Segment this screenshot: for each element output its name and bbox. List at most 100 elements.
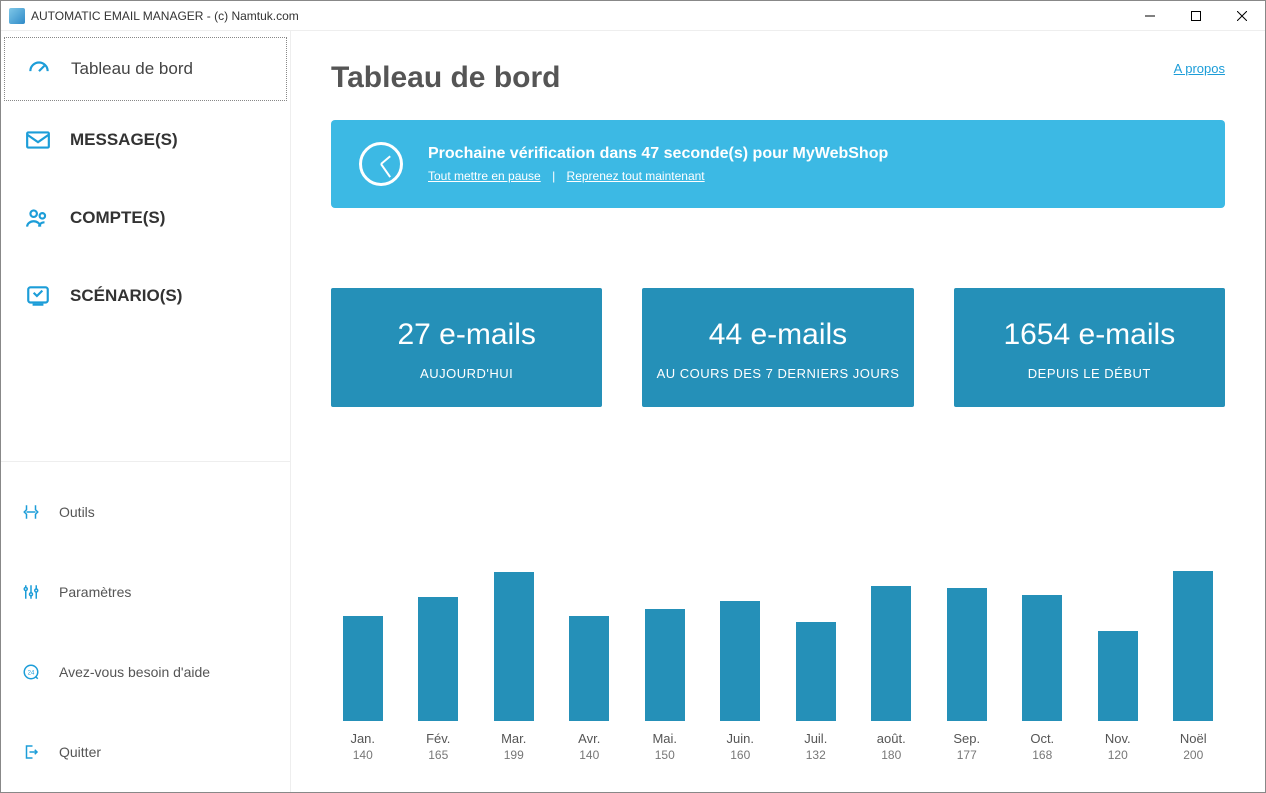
scenario-icon	[24, 282, 52, 310]
chart-bar	[645, 609, 685, 722]
chart-value-label: 150	[655, 748, 675, 762]
chart-category-label: Noël	[1180, 731, 1207, 746]
window-controls	[1127, 1, 1265, 31]
main-content: Tableau de bord A propos Prochaine vérif…	[291, 31, 1265, 792]
chart-bar	[418, 597, 458, 721]
sidebar-item-label: SCÉNARIO(S)	[70, 286, 182, 306]
chart-bar	[720, 601, 760, 721]
gauge-icon	[25, 55, 53, 83]
chart-bar	[494, 572, 534, 721]
chart-bar	[343, 616, 383, 721]
chart-category-label: Mar.	[501, 731, 526, 746]
sidebar-item-settings[interactable]: Paramètres	[1, 552, 290, 632]
sidebar-item-accounts[interactable]: COMPTE(S)	[1, 179, 290, 257]
chart-column: Mar. 199	[490, 571, 538, 762]
stat-value: 27 e-mails	[341, 318, 592, 352]
banner-message: Prochaine vérification dans 47 seconde(s…	[428, 145, 888, 163]
monthly-chart: Jan. 140 Fév. 165 Mar. 199 Avr. 140 Mai. 150 Juin.…	[331, 462, 1225, 762]
chart-column: Nov. 120	[1094, 571, 1142, 762]
chart-value-label: 132	[806, 748, 826, 762]
stat-card-total: 1654 e-mails DEPUIS LE DÉBUT	[954, 288, 1225, 407]
chart-value-label: 120	[1108, 748, 1128, 762]
chart-column: Avr. 140	[566, 571, 614, 762]
stat-label: AUJOURD'HUI	[341, 366, 592, 381]
sidebar-item-dashboard[interactable]: Tableau de bord	[4, 37, 287, 101]
resume-all-link[interactable]: Reprenez tout maintenant	[567, 169, 705, 183]
stats-row: 27 e-mails AUJOURD'HUI 44 e-mails AU COU…	[331, 288, 1225, 407]
chart-bar	[1022, 595, 1062, 721]
sidebar-item-messages[interactable]: MESSAGE(S)	[1, 101, 290, 179]
chart-column: Jan. 140	[339, 571, 387, 762]
next-check-banner: Prochaine vérification dans 47 seconde(s…	[331, 120, 1225, 208]
app-icon	[9, 8, 25, 24]
tools-icon	[21, 502, 41, 522]
sidebar-item-label: Paramètres	[59, 584, 131, 600]
stat-label: DEPUIS LE DÉBUT	[964, 366, 1215, 381]
window-titlebar: AUTOMATIC EMAIL MANAGER - (c) Namtuk.com	[1, 1, 1265, 31]
sidebar-item-quit[interactable]: Quitter	[1, 712, 290, 792]
sidebar-item-label: COMPTE(S)	[70, 208, 165, 228]
svg-text:24: 24	[28, 670, 35, 676]
mail-icon	[24, 126, 52, 154]
chart-column: Sep. 177	[943, 571, 991, 762]
support-icon: 24	[21, 662, 41, 682]
pause-all-link[interactable]: Tout mettre en pause	[428, 169, 541, 183]
stat-value: 44 e-mails	[652, 318, 903, 352]
stat-card-today: 27 e-mails AUJOURD'HUI	[331, 288, 602, 407]
page-title: Tableau de bord	[331, 61, 560, 95]
chart-column: Juin. 160	[717, 571, 765, 762]
about-link[interactable]: A propos	[1174, 61, 1225, 76]
clock-icon	[359, 142, 403, 186]
sliders-icon	[21, 582, 41, 602]
chart-value-label: 140	[579, 748, 599, 762]
maximize-button[interactable]	[1173, 1, 1219, 31]
chart-category-label: Fév.	[426, 731, 450, 746]
chart-bar	[871, 586, 911, 721]
chart-column: Oct. 168	[1019, 571, 1067, 762]
sidebar-item-label: Outils	[59, 504, 95, 520]
chart-column: Mai. 150	[641, 571, 689, 762]
chart-value-label: 160	[730, 748, 750, 762]
sidebar-item-label: Quitter	[59, 744, 101, 760]
chart-value-label: 180	[881, 748, 901, 762]
chart-category-label: Juin.	[727, 731, 754, 746]
sidebar-item-tools[interactable]: Outils	[1, 472, 290, 552]
exit-icon	[21, 742, 41, 762]
chart-column: Juil. 132	[792, 571, 840, 762]
chart-category-label: Sep.	[953, 731, 980, 746]
chart-value-label: 168	[1032, 748, 1052, 762]
sidebar: Tableau de bord MESSAGE(S) COMPTE(S) SCÉ…	[1, 31, 291, 792]
chart-category-label: Juil.	[804, 731, 827, 746]
chart-category-label: Nov.	[1105, 731, 1131, 746]
chart-bar	[1173, 571, 1213, 721]
chart-category-label: août.	[877, 731, 906, 746]
banner-separator: |	[552, 169, 555, 183]
chart-bar	[569, 616, 609, 721]
stat-value: 1654 e-mails	[964, 318, 1215, 352]
sidebar-item-scenarios[interactable]: SCÉNARIO(S)	[1, 257, 290, 335]
chart-value-label: 177	[957, 748, 977, 762]
chart-category-label: Oct.	[1030, 731, 1054, 746]
chart-value-label: 165	[428, 748, 448, 762]
chart-value-label: 140	[353, 748, 373, 762]
chart-bar	[1098, 631, 1138, 721]
chart-bar	[796, 622, 836, 721]
chart-column: août. 180	[868, 571, 916, 762]
chart-value-label: 199	[504, 748, 524, 762]
close-button[interactable]	[1219, 1, 1265, 31]
stat-card-week: 44 e-mails AU COURS DES 7 DERNIERS JOURS	[642, 288, 913, 407]
sidebar-item-label: Avez-vous besoin d'aide	[59, 664, 210, 680]
chart-value-label: 200	[1183, 748, 1203, 762]
chart-category-label: Jan.	[350, 731, 375, 746]
chart-category-label: Mai.	[652, 731, 677, 746]
window-title: AUTOMATIC EMAIL MANAGER - (c) Namtuk.com	[31, 9, 299, 23]
stat-label: AU COURS DES 7 DERNIERS JOURS	[652, 366, 903, 381]
sidebar-item-help[interactable]: 24 Avez-vous besoin d'aide	[1, 632, 290, 712]
chart-column: Noël 200	[1170, 571, 1218, 762]
chart-category-label: Avr.	[578, 731, 600, 746]
minimize-button[interactable]	[1127, 1, 1173, 31]
sidebar-item-label: Tableau de bord	[71, 59, 193, 79]
chart-bar	[947, 588, 987, 721]
users-icon	[24, 204, 52, 232]
chart-column: Fév. 165	[415, 571, 463, 762]
